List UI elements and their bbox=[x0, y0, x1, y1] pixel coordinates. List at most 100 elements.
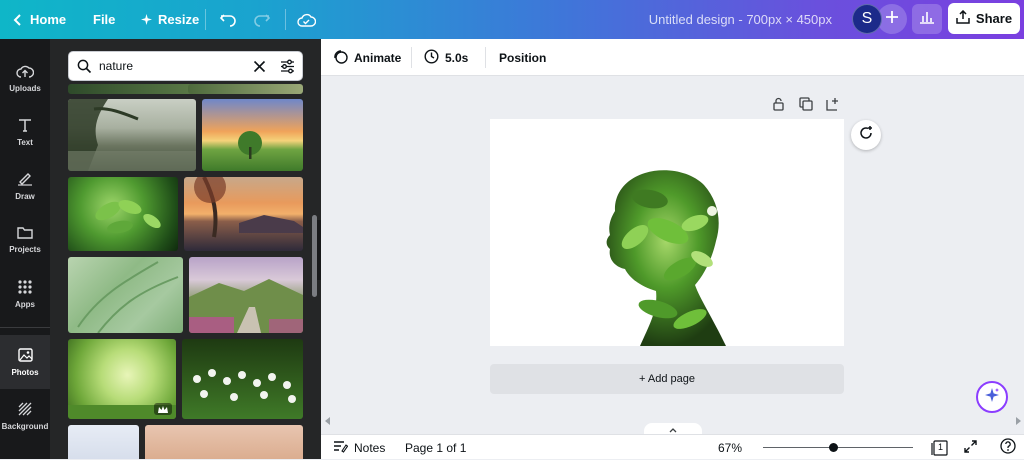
photo-thumbnail-partial[interactable] bbox=[68, 425, 139, 459]
search-input[interactable]: nature bbox=[99, 59, 133, 73]
design-title[interactable]: Untitled design - 700px × 450px bbox=[600, 0, 832, 39]
animate-button[interactable]: Animate bbox=[333, 39, 401, 76]
clear-icon[interactable] bbox=[253, 60, 266, 78]
resize-label: Resize bbox=[158, 12, 200, 27]
bar-chart-icon bbox=[919, 10, 935, 29]
regenerate-button[interactable] bbox=[851, 120, 881, 150]
rail-label: Uploads bbox=[9, 83, 41, 93]
divider bbox=[285, 9, 286, 30]
photo-sunlit-meadow[interactable] bbox=[68, 339, 176, 419]
photos-panel: nature bbox=[50, 39, 321, 459]
rail-item-text[interactable]: Text bbox=[0, 105, 50, 159]
rail-item-apps[interactable]: Apps bbox=[0, 267, 50, 321]
animate-icon bbox=[333, 49, 348, 67]
share-upload-icon bbox=[956, 9, 970, 27]
photo-sunset-tree-field[interactable] bbox=[202, 99, 303, 171]
notes-icon bbox=[333, 440, 349, 456]
rail-label: Photos bbox=[11, 367, 39, 377]
rail-label: Projects bbox=[9, 245, 41, 254]
apps-grid-icon bbox=[18, 279, 32, 296]
rail-item-uploads[interactable]: Uploads bbox=[0, 51, 50, 105]
crown-icon bbox=[154, 403, 172, 415]
scroll-left-icon[interactable] bbox=[325, 412, 331, 430]
filter-sliders-icon[interactable] bbox=[280, 59, 295, 79]
cloud-check-icon bbox=[297, 13, 316, 27]
page-indicator[interactable]: Page 1 of 1 bbox=[405, 435, 466, 460]
redo-button[interactable] bbox=[253, 0, 271, 39]
sparkle-icon bbox=[984, 387, 1000, 408]
add-page-button[interactable]: + Add page bbox=[490, 364, 844, 394]
duration-label: 5.0s bbox=[445, 50, 469, 65]
rail-item-draw[interactable]: Draw bbox=[0, 159, 50, 213]
photo-mountain-path-flowers[interactable] bbox=[189, 257, 303, 333]
position-label: Position bbox=[499, 50, 547, 65]
clock-icon bbox=[424, 48, 439, 67]
text-icon bbox=[18, 118, 32, 134]
page-grid-button[interactable]: 1 bbox=[931, 435, 948, 460]
expand-icon bbox=[964, 439, 977, 456]
photo-misty-forest-lake[interactable] bbox=[68, 99, 196, 171]
photo-white-daisies[interactable] bbox=[182, 339, 303, 419]
home-label: Home bbox=[30, 12, 67, 27]
top-bar: Home File Resize Untitled design - 700px… bbox=[0, 0, 1024, 39]
duplicate-page-icon[interactable] bbox=[799, 97, 813, 116]
divider bbox=[411, 47, 412, 68]
search-icon bbox=[77, 59, 92, 79]
rail-label: Apps bbox=[15, 299, 35, 309]
animate-label: Animate bbox=[354, 50, 402, 65]
resize-button[interactable]: Resize bbox=[141, 0, 199, 39]
cloud-save-button[interactable] bbox=[297, 0, 316, 39]
photo-icon bbox=[17, 347, 33, 364]
rail-label: Background bbox=[1, 421, 49, 431]
side-rail: Uploads Text Draw Projects Apps Photos B… bbox=[0, 39, 50, 459]
pages-icon: 1 bbox=[931, 439, 948, 456]
notes-button[interactable]: Notes bbox=[333, 435, 385, 460]
photo-thumbnail-partial[interactable] bbox=[68, 84, 196, 94]
refresh-plus-icon bbox=[858, 125, 874, 146]
add-page-icon[interactable] bbox=[826, 97, 840, 116]
divider bbox=[205, 9, 206, 30]
fullscreen-button[interactable] bbox=[964, 435, 977, 460]
pen-icon bbox=[17, 172, 33, 188]
canvas-area: + Add page bbox=[321, 76, 1024, 425]
rail-item-photos[interactable]: Photos bbox=[0, 335, 50, 389]
scroll-right-icon[interactable] bbox=[1015, 412, 1021, 430]
share-button[interactable]: Share bbox=[948, 3, 1020, 34]
undo-icon bbox=[219, 12, 237, 28]
photo-lake-tree-sunset[interactable] bbox=[184, 177, 303, 251]
insights-button[interactable] bbox=[912, 4, 942, 34]
rail-item-background[interactable]: Background bbox=[0, 389, 50, 443]
divider bbox=[485, 47, 486, 68]
lock-icon[interactable] bbox=[772, 97, 785, 116]
file-menu-button[interactable]: File bbox=[93, 0, 115, 39]
position-button[interactable]: Position bbox=[499, 39, 546, 76]
photo-thumbnail-partial[interactable] bbox=[145, 425, 303, 459]
design-page[interactable] bbox=[490, 119, 844, 346]
chevron-left-icon bbox=[12, 13, 22, 27]
cloud-upload-icon bbox=[16, 64, 35, 80]
help-icon bbox=[1000, 438, 1016, 457]
context-toolbar: Animate 5.0s Position bbox=[321, 39, 1024, 76]
silhouette-image[interactable] bbox=[490, 119, 844, 346]
sparkle-icon bbox=[141, 14, 152, 25]
share-label: Share bbox=[975, 11, 1013, 26]
bottom-bar: Notes Page 1 of 1 67% 1 bbox=[321, 434, 1024, 459]
photo-fern-fronds[interactable] bbox=[68, 257, 183, 333]
help-button[interactable] bbox=[1000, 435, 1016, 460]
zoom-label[interactable]: 67% bbox=[718, 435, 742, 460]
background-icon bbox=[18, 402, 32, 418]
zoom-slider-handle[interactable] bbox=[829, 443, 839, 452]
plus-icon bbox=[885, 10, 899, 29]
undo-button[interactable] bbox=[219, 0, 237, 39]
magic-assistant-button[interactable] bbox=[976, 381, 1008, 413]
photo-thumbnail-partial[interactable] bbox=[188, 84, 303, 94]
duration-button[interactable]: 5.0s bbox=[424, 39, 468, 76]
home-button[interactable]: Home bbox=[12, 0, 66, 39]
rail-label: Draw bbox=[15, 191, 35, 201]
photo-green-leaves[interactable] bbox=[68, 177, 178, 251]
page-count-badge: 1 bbox=[937, 441, 943, 452]
rail-divider bbox=[0, 327, 50, 328]
rail-item-projects[interactable]: Projects bbox=[0, 213, 50, 267]
canvas-scrollbar[interactable] bbox=[321, 412, 1024, 425]
avatar[interactable]: S bbox=[852, 4, 882, 34]
